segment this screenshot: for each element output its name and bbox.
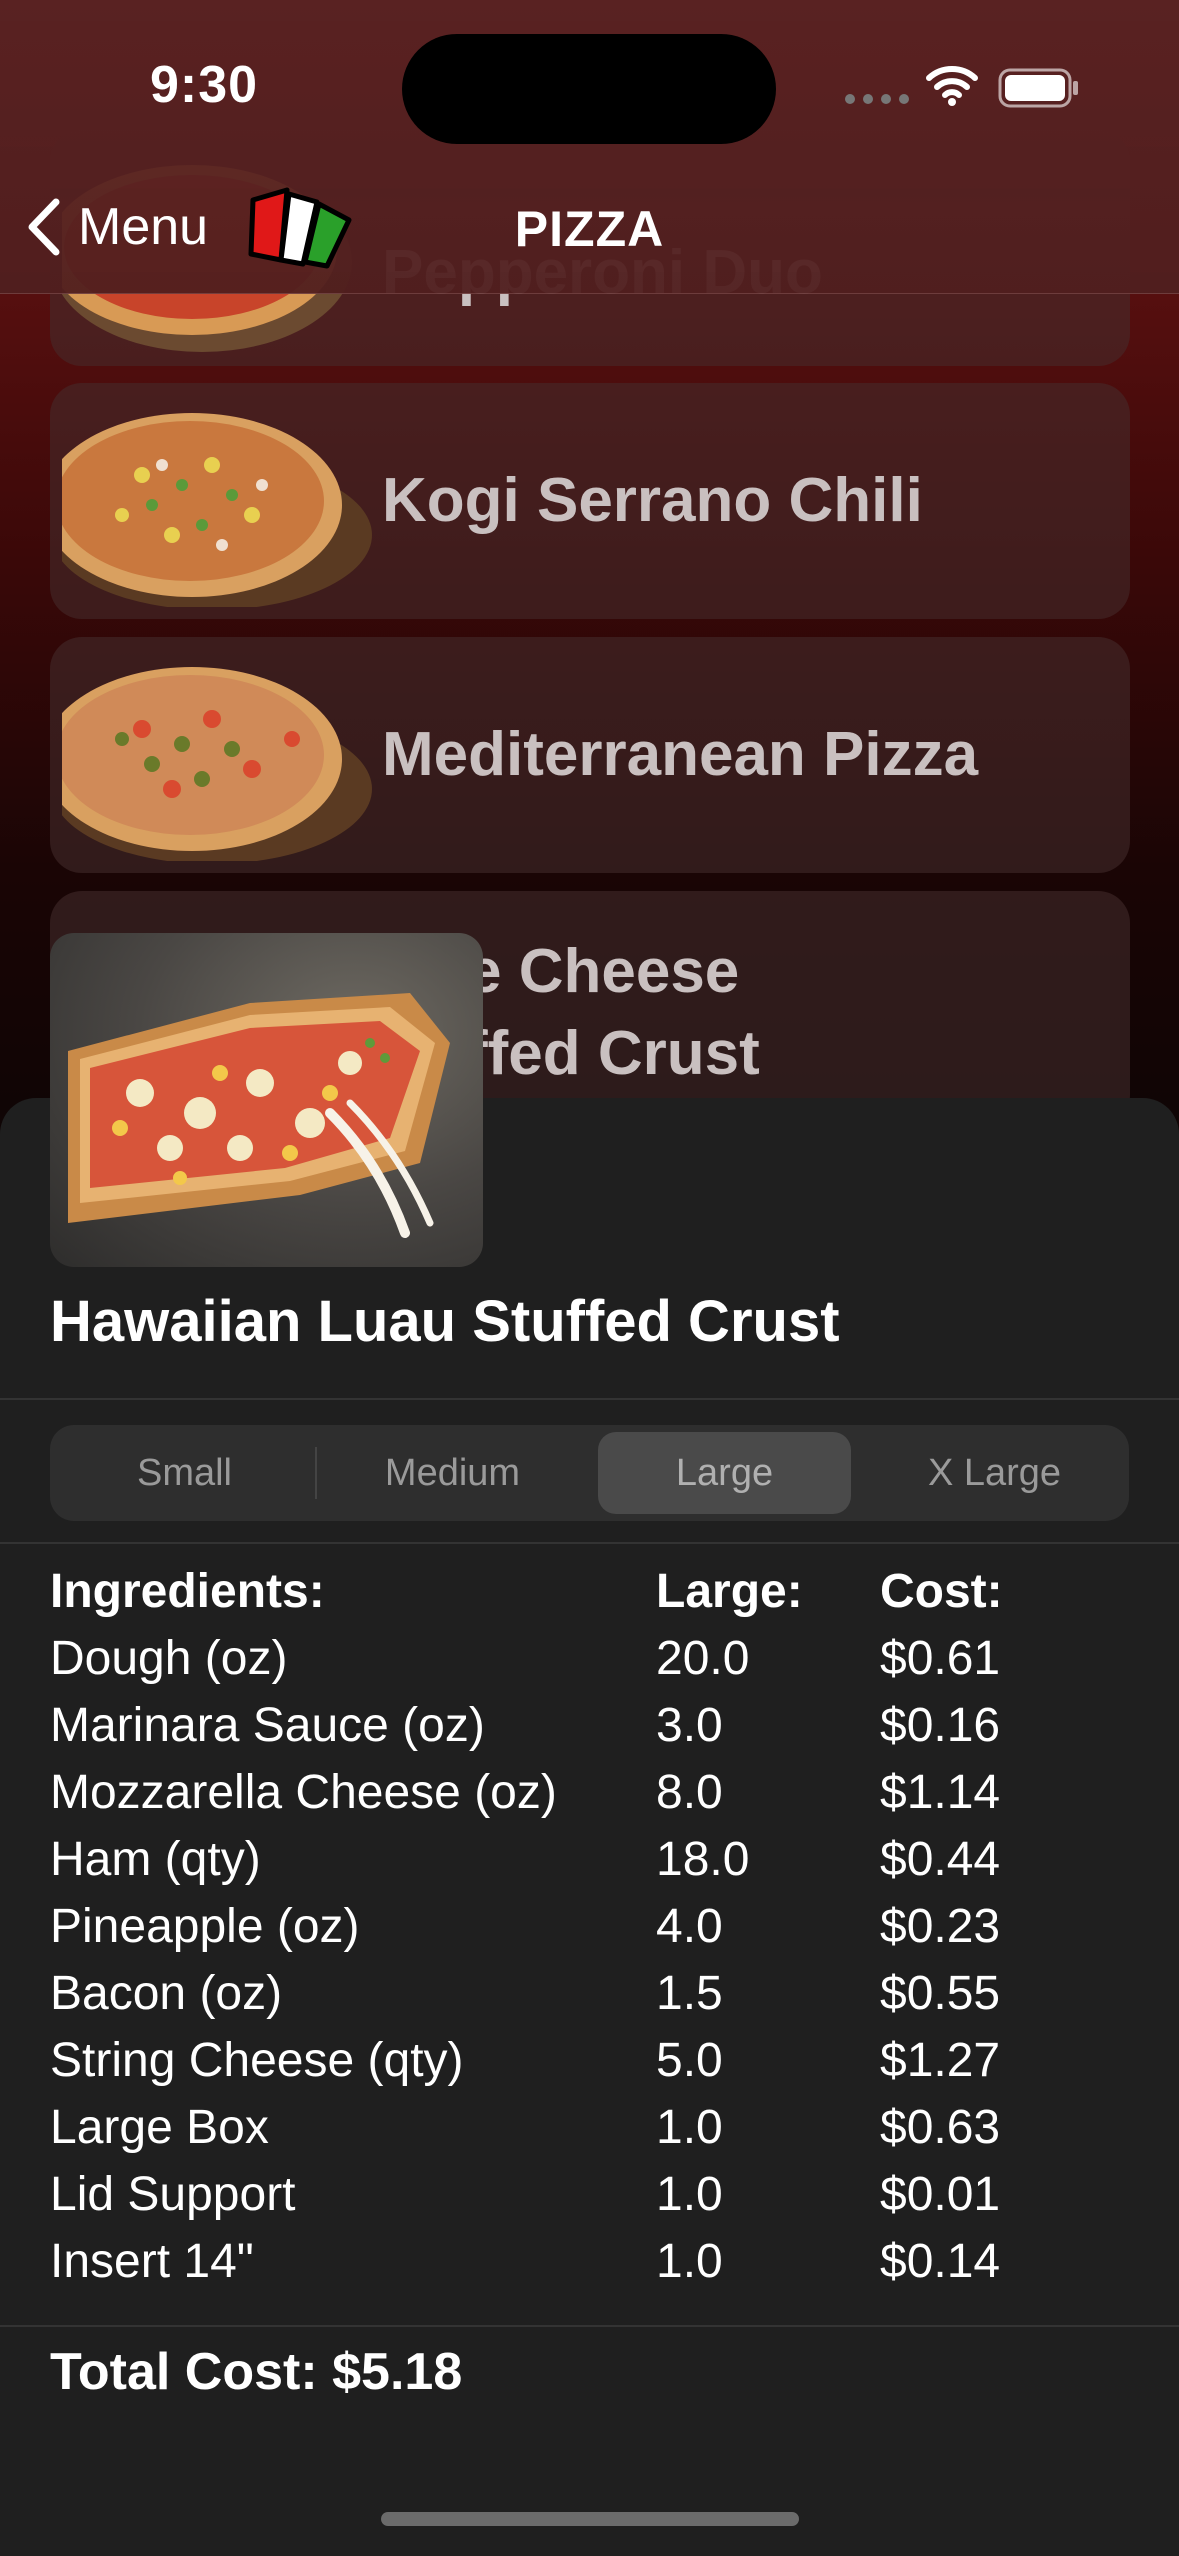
- ingredient-cost: $0.61: [880, 1632, 1001, 1685]
- ingredient-cost: $0.14: [880, 2235, 1001, 2288]
- ingredient-cost: $0.55: [880, 1967, 1001, 2020]
- total-cost: Total Cost: $5.18: [50, 2343, 463, 2401]
- ingredient-row: Insert 14" 1.0 $0.14: [50, 2228, 1129, 2295]
- home-indicator[interactable]: [381, 2512, 799, 2526]
- ingredient-row: Bacon (oz) 1.5 $0.55: [50, 1960, 1129, 2027]
- ingredient-amount: 1.0: [656, 2101, 723, 2154]
- ingredient-amount: 4.0: [656, 1900, 723, 1953]
- segment-separator: [315, 1447, 317, 1499]
- size-option-x-large[interactable]: X Large: [868, 1432, 1121, 1514]
- size-option-medium[interactable]: Medium: [326, 1432, 579, 1514]
- ingredient-name: Pineapple (oz): [50, 1900, 360, 1953]
- ingredient-row: Dough (oz) 20.0 $0.61: [50, 1625, 1129, 1692]
- ingredient-amount: 18.0: [656, 1833, 750, 1886]
- ingredient-row: Pineapple (oz) 4.0 $0.23: [50, 1893, 1129, 1960]
- ingredient-row: String Cheese (qty) 5.0 $1.27: [50, 2027, 1129, 2094]
- ingredient-cost: $0.23: [880, 1900, 1001, 1953]
- pizza-name: Kogi Serrano Chili: [382, 466, 923, 535]
- ingredient-cost: $0.01: [880, 2168, 1001, 2221]
- size-option-large[interactable]: Large: [598, 1432, 851, 1514]
- pizza-thumbnail: [62, 667, 372, 861]
- ingredient-name: Lid Support: [50, 2168, 296, 2221]
- pizza-name-line2: ffed Crust: [467, 1019, 760, 1088]
- ingredient-amount: 5.0: [656, 2034, 723, 2087]
- column-header-cost: Cost:: [880, 1565, 1003, 1618]
- ingredient-row: Mozzarella Cheese (oz) 8.0 $1.14: [50, 1759, 1129, 1826]
- divider: [0, 1542, 1179, 1544]
- ingredient-cost: $1.14: [880, 1766, 1001, 1819]
- divider: [0, 2325, 1179, 2327]
- ingredient-amount: 1.5: [656, 1967, 723, 2020]
- ingredient-name: String Cheese (qty): [50, 2034, 464, 2087]
- ingredient-name: Large Box: [50, 2101, 269, 2154]
- column-header-ingredient: Ingredients:: [50, 1565, 325, 1618]
- ingredient-name: Mozzarella Cheese (oz): [50, 1766, 557, 1819]
- status-time: 9:30: [150, 56, 259, 114]
- ingredient-name: Bacon (oz): [50, 1967, 283, 2020]
- pizza-detail-title: Hawaiian Luau Stuffed Crust: [50, 1289, 840, 1354]
- ingredient-cost: $0.16: [880, 1699, 1001, 1752]
- ingredient-row: Ham (qty) 18.0 $0.44: [50, 1826, 1129, 1893]
- ingredient-row: Lid Support 1.0 $0.01: [50, 2161, 1129, 2228]
- ingredient-amount: 1.0: [656, 2235, 723, 2288]
- cellular-signal-icon: [845, 94, 909, 104]
- ingredient-cost: $0.44: [880, 1833, 1001, 1886]
- status-bar: 9:30: [0, 0, 1179, 175]
- ingredient-cost: $0.63: [880, 2101, 1001, 2154]
- ingredient-cost: $1.27: [880, 2034, 1001, 2087]
- ingredient-amount: 3.0: [656, 1699, 723, 1752]
- ingredient-row: Large Box 1.0 $0.63: [50, 2094, 1129, 2161]
- divider: [0, 1398, 1179, 1400]
- ingredients-table: Ingredients: Large: Cost: Dough (oz) 20.…: [50, 1558, 1129, 2295]
- page-title: PIZZA: [514, 201, 665, 257]
- ingredient-name: Insert 14": [50, 2235, 254, 2288]
- size-segmented-control[interactable]: Small Medium Large X Large: [50, 1425, 1129, 1521]
- pizza-hero-image: [50, 933, 483, 1267]
- pizza-row-kogi-serrano-chili[interactable]: Kogi Serrano Chili: [50, 383, 1130, 619]
- battery-icon: [998, 68, 1078, 108]
- pizza-name-line1: e Cheese: [467, 937, 740, 1006]
- ingredient-amount: 1.0: [656, 2168, 723, 2221]
- app-screen: Pepperoni Duo Kogi Serrano Chili Medite: [0, 0, 1179, 2556]
- pizza-thumbnail: [62, 413, 372, 607]
- pizza-row-mediterranean-pizza[interactable]: Mediterranean Pizza: [50, 637, 1130, 873]
- ingredient-name: Dough (oz): [50, 1632, 288, 1685]
- ingredient-name: Marinara Sauce (oz): [50, 1699, 485, 1752]
- ingredient-row: Marinara Sauce (oz) 3.0 $0.16: [50, 1692, 1129, 1759]
- dynamic-island: [402, 34, 776, 144]
- column-header-amount: Large:: [656, 1565, 803, 1618]
- wifi-icon: [926, 66, 978, 106]
- ingredient-name: Ham (qty): [50, 1833, 261, 1886]
- size-option-small[interactable]: Small: [58, 1432, 311, 1514]
- ingredients-header-row: Ingredients: Large: Cost:: [50, 1558, 1129, 1625]
- pizza-photo: [68, 993, 450, 1238]
- ingredient-amount: 8.0: [656, 1766, 723, 1819]
- pizza-name: Mediterranean Pizza: [382, 720, 979, 789]
- ingredient-amount: 20.0: [656, 1632, 750, 1685]
